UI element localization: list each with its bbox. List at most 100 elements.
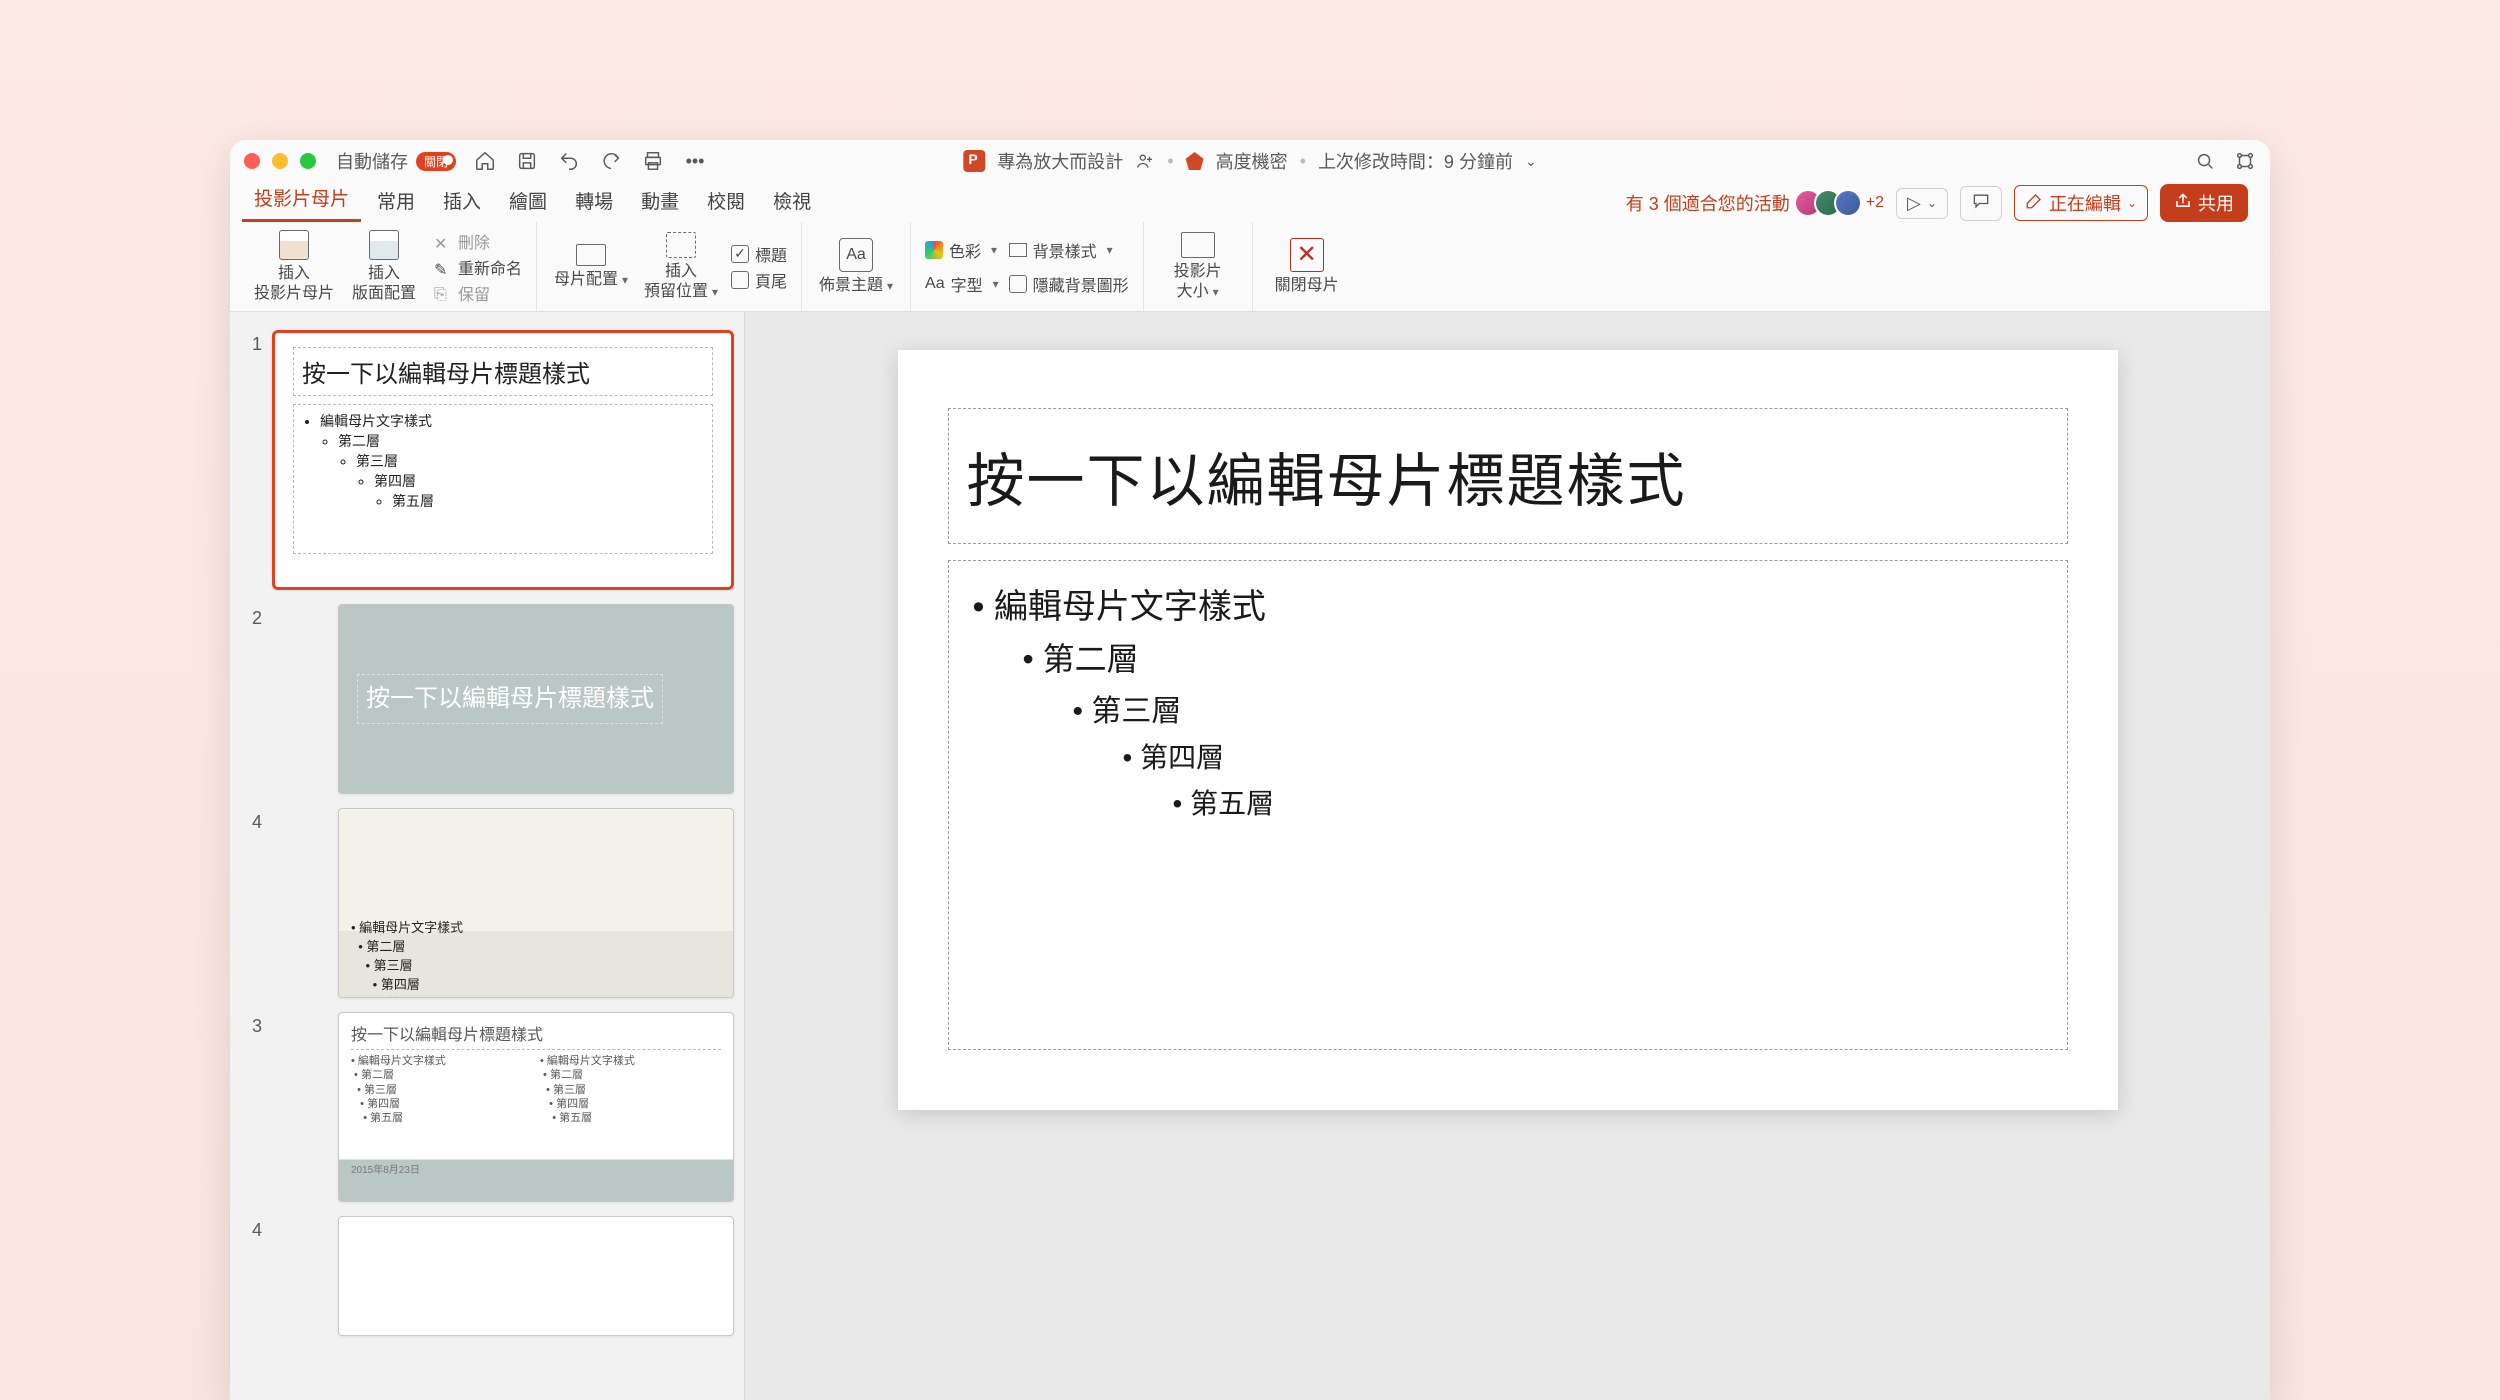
slide-master-icon [279, 230, 309, 260]
insert-slide-master-button[interactable]: 插入 投影片母片 [254, 230, 334, 302]
editing-mode-label: 正在編輯 [2049, 190, 2121, 216]
expand-icon[interactable] [2234, 150, 2256, 172]
people-icon[interactable] [1135, 151, 1155, 171]
search-icon[interactable] [2194, 150, 2216, 172]
tab-insert[interactable]: 插入 [431, 181, 493, 222]
themes-icon: Aa [839, 238, 873, 272]
thumb-number: 1 [240, 330, 262, 355]
app-icon [963, 150, 985, 172]
layout-thumb[interactable]: • 編輯母片文字樣式 • 第二層 • 第三層 • 第四層 • 第五層 [338, 808, 734, 998]
preserve-icon: ⎘ [434, 286, 452, 300]
titlebar: 自動儲存 關閉 ••• 專為放大而設計 • 高度機密 • 上次修改時間：9 分鐘… [230, 140, 2270, 182]
title-placeholder[interactable]: 按一下以編輯母片標題樣式 [948, 408, 2068, 544]
activities-label[interactable]: 有 3 個適合您的活動 [1626, 190, 1790, 216]
tab-transitions[interactable]: 轉場 [563, 181, 625, 222]
tab-view[interactable]: 檢視 [761, 181, 823, 222]
tab-slide-master[interactable]: 投影片母片 [242, 178, 361, 222]
comments-button[interactable] [1960, 186, 2002, 221]
preserve-button[interactable]: ⎘保留 [434, 281, 522, 305]
bg-icon [1009, 243, 1027, 257]
autosave-pill: 關閉 [416, 152, 456, 171]
tab-home[interactable]: 常用 [365, 181, 427, 222]
thumb-body: 編輯母片文字樣式 第二層 第三層 第四層 第五層 [293, 404, 713, 554]
share-button[interactable]: 共用 [2160, 184, 2248, 222]
document-title[interactable]: 專為放大而設計 [997, 148, 1123, 174]
delete-button[interactable]: ✕刪除 [434, 229, 522, 253]
delete-icon: ✕ [434, 234, 452, 248]
autosave-toggle[interactable]: 自動儲存 關閉 [336, 148, 456, 174]
checkbox-icon [1009, 275, 1027, 293]
colors-button[interactable]: 色彩 [925, 238, 999, 262]
rename-button[interactable]: ✎重新命名 [434, 255, 522, 279]
thumb-number: 4 [240, 1216, 262, 1241]
close-window-button[interactable] [244, 153, 260, 169]
chevron-down-icon[interactable]: ⌄ [1525, 153, 1537, 170]
slide-canvas-area[interactable]: 按一下以編輯母片標題樣式 編輯母片文字樣式 第二層 第三層 第四層 第五層 [745, 312, 2270, 1400]
sensitivity-icon [1186, 152, 1204, 170]
layout-thumb[interactable]: 按一下以編輯母片標題樣式 [338, 604, 734, 794]
bg-styles-button[interactable]: 背景樣式 [1009, 238, 1129, 262]
thumb-number: 4 [240, 808, 262, 833]
placeholder-icon [666, 232, 696, 258]
insert-layout-button[interactable]: 插入 版面配置 [344, 230, 424, 302]
tab-review[interactable]: 校閱 [695, 181, 757, 222]
share-label: 共用 [2198, 190, 2234, 216]
comment-icon [1971, 191, 1991, 216]
slide-size-button[interactable]: 投影片 大小 [1158, 232, 1238, 300]
checkbox-icon [731, 271, 749, 289]
close-master-button[interactable]: ✕ 關閉母片 [1267, 238, 1347, 295]
present-button[interactable]: ▷⌄ [1896, 188, 1948, 219]
insert-placeholder-button[interactable]: 插入 預留位置 [641, 232, 721, 300]
slide-size-icon [1181, 232, 1215, 258]
thumb-number: 3 [240, 1012, 262, 1037]
colors-icon [925, 241, 943, 259]
home-icon[interactable] [474, 150, 496, 172]
pencil-icon [2025, 192, 2043, 215]
fonts-icon: Aa [925, 275, 945, 293]
save-icon[interactable] [516, 150, 538, 172]
more-icon[interactable]: ••• [684, 150, 706, 172]
slide-master-thumb[interactable]: 按一下以編輯母片標題樣式 編輯母片文字樣式 第二層 第三層 第四層 第五層 [272, 330, 734, 590]
avatar [1834, 189, 1862, 217]
layout-icon [369, 230, 399, 260]
thumb-title: 按一下以編輯母片標題樣式 [293, 347, 713, 396]
title-checkbox[interactable]: ✓標題 [731, 242, 787, 266]
tab-draw[interactable]: 繪圖 [497, 181, 559, 222]
maximize-window-button[interactable] [300, 153, 316, 169]
editing-mode-button[interactable]: 正在編輯 ⌄ [2014, 185, 2148, 221]
master-layout-button[interactable]: 母片配置 [551, 244, 631, 289]
thumb-title: 按一下以編輯母片標題樣式 [357, 674, 663, 723]
ribbon-tabs: 投影片母片 常用 插入 繪圖 轉場 動畫 校閱 檢視 有 3 個適合您的活動 +… [230, 182, 2270, 222]
app-window: 自動儲存 關閉 ••• 專為放大而設計 • 高度機密 • 上次修改時間：9 分鐘… [230, 140, 2270, 1400]
redo-icon[interactable] [600, 150, 622, 172]
print-icon[interactable] [642, 150, 664, 172]
workspace: 1 按一下以編輯母片標題樣式 編輯母片文字樣式 第二層 第三層 第四層 第五層 [230, 312, 2270, 1400]
avatar-overflow: +2 [1866, 194, 1884, 212]
rename-icon: ✎ [434, 260, 452, 274]
footers-checkbox[interactable]: 頁尾 [731, 268, 787, 292]
ribbon-toolbar: 插入 投影片母片 插入 版面配置 ✕刪除 ✎重新命名 ⎘保留 母片配置 插入 預… [230, 222, 2270, 312]
master-layout-icon [576, 244, 606, 266]
last-modified-label[interactable]: 上次修改時間：9 分鐘前 [1318, 148, 1513, 174]
minimize-window-button[interactable] [272, 153, 288, 169]
layout-thumb[interactable] [338, 1216, 734, 1336]
sensitivity-label[interactable]: 高度機密 [1216, 148, 1288, 174]
chevron-down-icon: ⌄ [1927, 196, 1937, 210]
layout-thumb[interactable]: 按一下以編輯母片標題樣式 • 編輯母片文字樣式 • 第二層 • 第三層 • 第四… [338, 1012, 734, 1202]
presence-avatars[interactable]: +2 [1802, 189, 1884, 217]
undo-icon[interactable] [558, 150, 580, 172]
autosave-label: 自動儲存 [336, 148, 408, 174]
window-controls [244, 153, 316, 169]
themes-button[interactable]: Aa 佈景主題 [816, 238, 896, 295]
tab-animations[interactable]: 動畫 [629, 181, 691, 222]
fonts-button[interactable]: Aa字型 [925, 272, 999, 296]
thumb-number: 2 [240, 604, 262, 629]
slide-canvas[interactable]: 按一下以編輯母片標題樣式 編輯母片文字樣式 第二層 第三層 第四層 第五層 [898, 350, 2118, 1110]
body-placeholder[interactable]: 編輯母片文字樣式 第二層 第三層 第四層 第五層 [948, 560, 2068, 1050]
close-icon: ✕ [1290, 238, 1324, 272]
hide-bg-checkbox[interactable]: 隱藏背景圖形 [1009, 272, 1129, 296]
thumbnail-pane[interactable]: 1 按一下以編輯母片標題樣式 編輯母片文字樣式 第二層 第三層 第四層 第五層 [230, 312, 745, 1400]
slide-master-thumb-row: 1 按一下以編輯母片標題樣式 編輯母片文字樣式 第二層 第三層 第四層 第五層 [240, 330, 734, 590]
play-icon: ▷ [1907, 193, 1921, 214]
checkbox-checked-icon: ✓ [731, 245, 749, 263]
